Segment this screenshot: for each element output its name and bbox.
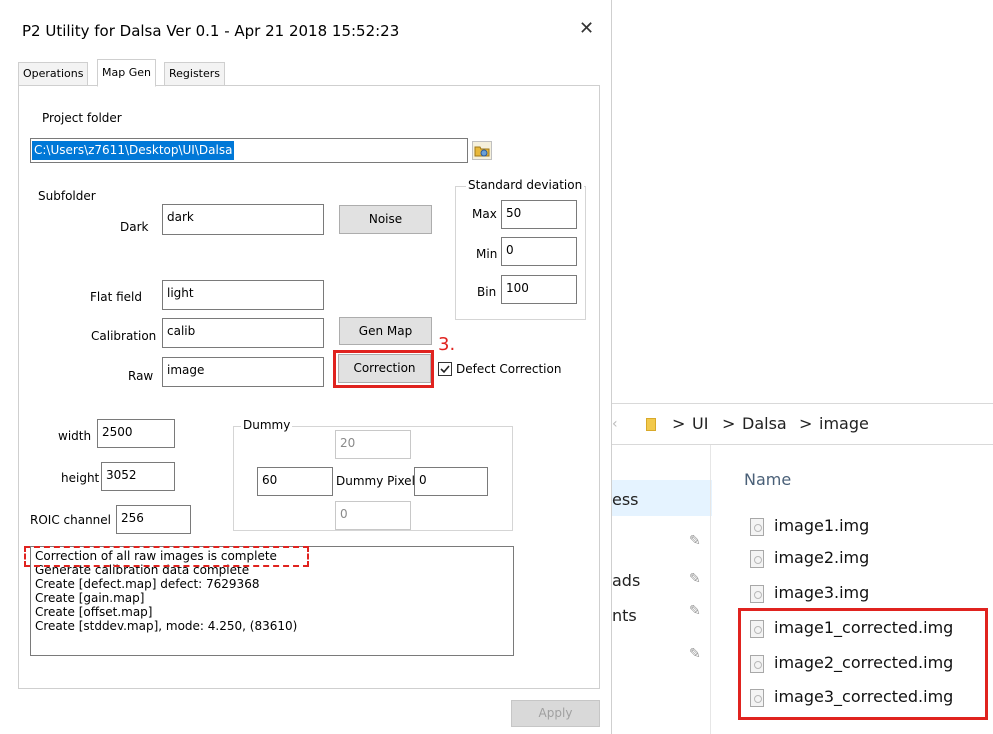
subfolder-label: Subfolder bbox=[38, 189, 96, 203]
close-icon[interactable]: ✕ bbox=[579, 18, 594, 39]
raw-label: Raw bbox=[128, 369, 154, 383]
pane-divider bbox=[710, 445, 711, 734]
check-icon bbox=[440, 365, 450, 374]
log-line: Create [offset.map] bbox=[35, 605, 153, 619]
max-input[interactable]: 50 bbox=[501, 200, 577, 229]
log-line: Create [stddev.map], mode: 4.250, (83610… bbox=[35, 619, 298, 633]
dark-input[interactable]: dark bbox=[162, 204, 324, 235]
project-folder-field[interactable]: C:\Users\z7611\Desktop\UI\Dalsa bbox=[30, 138, 492, 163]
dummy-pixel-input[interactable]: 0 bbox=[414, 467, 488, 496]
log-line: Create [gain.map] bbox=[35, 591, 145, 605]
dummy-title: Dummy bbox=[241, 418, 293, 432]
file-icon bbox=[750, 549, 764, 568]
raw-input[interactable]: image bbox=[162, 357, 324, 387]
log-highlight-box bbox=[24, 546, 309, 567]
calibration-input[interactable]: calib bbox=[162, 318, 324, 348]
height-input[interactable]: 3052 bbox=[101, 462, 175, 491]
pin-icon[interactable]: ✎ bbox=[689, 533, 701, 549]
folder-icon bbox=[474, 146, 490, 157]
browse-folder-button[interactable] bbox=[472, 141, 492, 160]
breadcrumb-dalsa[interactable]: Dalsa bbox=[742, 404, 787, 444]
address-bar[interactable]: ‹ > UI > Dalsa > image bbox=[612, 403, 993, 445]
file-item[interactable]: image2.img bbox=[750, 548, 869, 568]
project-folder-value: C:\Users\z7611\Desktop\UI\Dalsa bbox=[32, 141, 235, 160]
file-icon bbox=[750, 517, 764, 536]
dark-label: Dark bbox=[120, 220, 149, 234]
flat-field-input[interactable]: light bbox=[162, 280, 324, 310]
min-label: Min bbox=[476, 247, 498, 261]
dummy-top-input[interactable]: 20 bbox=[335, 430, 411, 459]
window-title: P2 Utility for Dalsa Ver 0.1 - Apr 21 20… bbox=[22, 22, 400, 40]
step-label: 3. bbox=[438, 334, 456, 355]
corrected-files-highlight-box bbox=[738, 608, 988, 720]
nav-item[interactable]: nts bbox=[612, 606, 637, 625]
gen-map-button[interactable]: Gen Map bbox=[339, 317, 432, 345]
dummy-left-input[interactable]: 60 bbox=[257, 467, 333, 496]
nav-item[interactable]: ads bbox=[612, 571, 640, 590]
noise-button[interactable]: Noise bbox=[339, 205, 432, 234]
breadcrumb-ui[interactable]: UI bbox=[692, 404, 708, 444]
file-icon bbox=[750, 584, 764, 603]
breadcrumb-chevron-icon: > bbox=[672, 414, 686, 433]
height-label: height bbox=[61, 471, 100, 485]
dummy-bottom-input[interactable]: 0 bbox=[335, 501, 411, 530]
pin-icon[interactable]: ✎ bbox=[689, 603, 701, 619]
width-label: width bbox=[58, 429, 92, 443]
dummy-pixel-label: Dummy Pixel bbox=[336, 474, 415, 488]
name-column-header[interactable]: Name bbox=[744, 470, 791, 489]
apply-button[interactable]: Apply bbox=[511, 700, 600, 727]
breadcrumb-chevron-icon: > bbox=[799, 414, 813, 433]
min-input[interactable]: 0 bbox=[501, 237, 577, 266]
file-item[interactable]: image1.img bbox=[750, 516, 869, 536]
log-line: Create [defect.map] defect: 7629368 bbox=[35, 577, 260, 591]
file-item[interactable]: image3.img bbox=[750, 583, 869, 603]
defect-correction-checkbox[interactable] bbox=[438, 362, 452, 376]
defect-correction-label: Defect Correction bbox=[456, 362, 562, 376]
width-input[interactable]: 2500 bbox=[97, 419, 175, 448]
utility-dialog: P2 Utility for Dalsa Ver 0.1 - Apr 21 20… bbox=[0, 0, 612, 734]
project-folder-label: Project folder bbox=[42, 111, 122, 125]
calibration-label: Calibration bbox=[91, 329, 157, 343]
roic-channel-label: ROIC channel bbox=[30, 513, 111, 527]
flat-field-label: Flat field bbox=[90, 290, 143, 304]
bin-label: Bin bbox=[477, 285, 497, 299]
max-label: Max bbox=[472, 207, 497, 221]
file-explorer: ‹ > UI > Dalsa > image ess ads nts ✎ ✎ ✎… bbox=[612, 403, 993, 734]
nav-item[interactable]: ess bbox=[612, 490, 639, 509]
tab-map-gen[interactable]: Map Gen bbox=[97, 59, 156, 87]
pin-icon[interactable]: ✎ bbox=[689, 571, 701, 587]
nav-arrow-icon[interactable]: ‹ bbox=[612, 404, 618, 444]
pin-icon[interactable]: ✎ bbox=[689, 646, 701, 662]
breadcrumb-chevron-icon: > bbox=[722, 414, 736, 433]
tab-registers[interactable]: Registers bbox=[164, 62, 226, 86]
roic-channel-input[interactable]: 256 bbox=[116, 505, 191, 534]
breadcrumb-image[interactable]: image bbox=[819, 404, 869, 444]
bin-input[interactable]: 100 bbox=[501, 275, 577, 304]
std-dev-title: Standard deviation bbox=[466, 178, 585, 192]
folder-icon bbox=[646, 418, 656, 431]
correction-highlight-box bbox=[333, 350, 434, 388]
tab-operations[interactable]: Operations bbox=[18, 62, 89, 86]
